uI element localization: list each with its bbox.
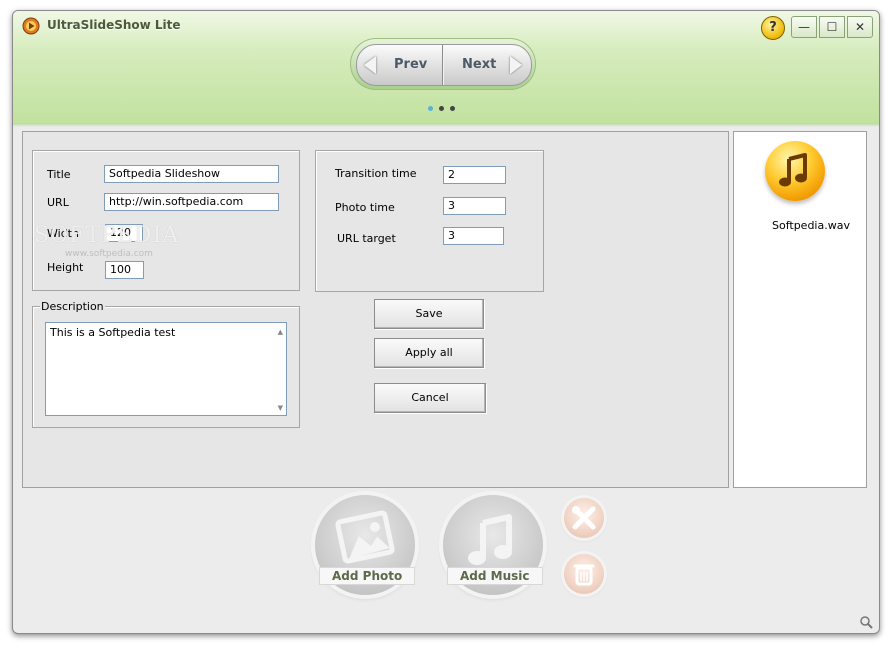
delete-button[interactable] — [564, 554, 604, 594]
tools-button[interactable] — [564, 498, 604, 538]
help-button[interactable]: ? — [761, 16, 785, 40]
title-field[interactable]: Softpedia Slideshow — [104, 165, 279, 183]
app-window: UltraSlideShow Lite ? — ☐ ✕ Prev Next Ti… — [12, 10, 880, 634]
scroll-up-icon[interactable]: ▲ — [278, 328, 283, 336]
photo-time-field[interactable]: 3 — [443, 197, 506, 215]
scroll-down-icon[interactable]: ▼ — [278, 404, 283, 412]
height-label: Height — [47, 261, 84, 274]
description-text: This is a Softpedia test — [50, 326, 176, 339]
close-button[interactable]: ✕ — [847, 16, 873, 38]
maximize-button[interactable]: ☐ — [819, 16, 845, 38]
arrow-right-icon — [510, 56, 522, 74]
prev-label: Prev — [394, 57, 428, 72]
page-dot-3[interactable] — [450, 106, 455, 111]
description-label: Description — [40, 300, 105, 313]
maximize-icon: ☐ — [826, 20, 838, 34]
minimize-icon: — — [798, 20, 810, 34]
add-photo-label[interactable]: Add Photo — [319, 567, 416, 585]
next-label: Next — [462, 57, 497, 72]
music-file-icon[interactable] — [765, 141, 825, 201]
minimize-button[interactable]: — — [791, 16, 817, 38]
trash-icon — [573, 564, 595, 586]
zoom-icon[interactable] — [859, 615, 873, 629]
description-textarea[interactable]: This is a Softpedia test ▲ ▼ — [45, 322, 287, 416]
add-music-label[interactable]: Add Music — [447, 567, 543, 585]
nav-divider — [442, 45, 443, 85]
media-file-name[interactable]: Softpedia.wav — [745, 219, 877, 232]
cancel-button[interactable]: Cancel — [374, 383, 486, 413]
url-field[interactable]: http://win.softpedia.com — [104, 193, 279, 211]
transition-time-label: Transition time — [335, 167, 417, 180]
page-dot-2[interactable] — [439, 106, 444, 111]
prev-button[interactable]: Prev — [358, 46, 442, 84]
height-field[interactable]: 100 — [105, 261, 144, 279]
photo-time-label: Photo time — [335, 201, 395, 214]
apply-all-button[interactable]: Apply all — [374, 338, 484, 368]
header-shadow — [13, 123, 879, 127]
watermark-logo: SOFTPEDIA — [34, 223, 180, 248]
title-label: Title — [47, 168, 71, 181]
url-target-label: URL target — [337, 232, 396, 245]
transition-time-field[interactable]: 2 — [443, 166, 506, 184]
close-icon: ✕ — [854, 20, 866, 34]
help-icon: ? — [769, 20, 777, 35]
music-note-icon — [779, 153, 807, 187]
url-target-field[interactable]: 3 — [443, 227, 504, 245]
watermark-url: www.softpedia.com — [65, 249, 153, 259]
save-button[interactable]: Save — [374, 299, 484, 329]
page-dot-1[interactable] — [428, 106, 433, 111]
url-label: URL — [47, 196, 69, 209]
tools-icon — [572, 506, 596, 530]
page-dots — [428, 101, 461, 111]
next-button[interactable]: Next — [444, 46, 528, 84]
arrow-left-icon — [364, 56, 376, 74]
app-logo-icon — [22, 17, 40, 35]
window-title: UltraSlideShow Lite — [47, 18, 181, 32]
